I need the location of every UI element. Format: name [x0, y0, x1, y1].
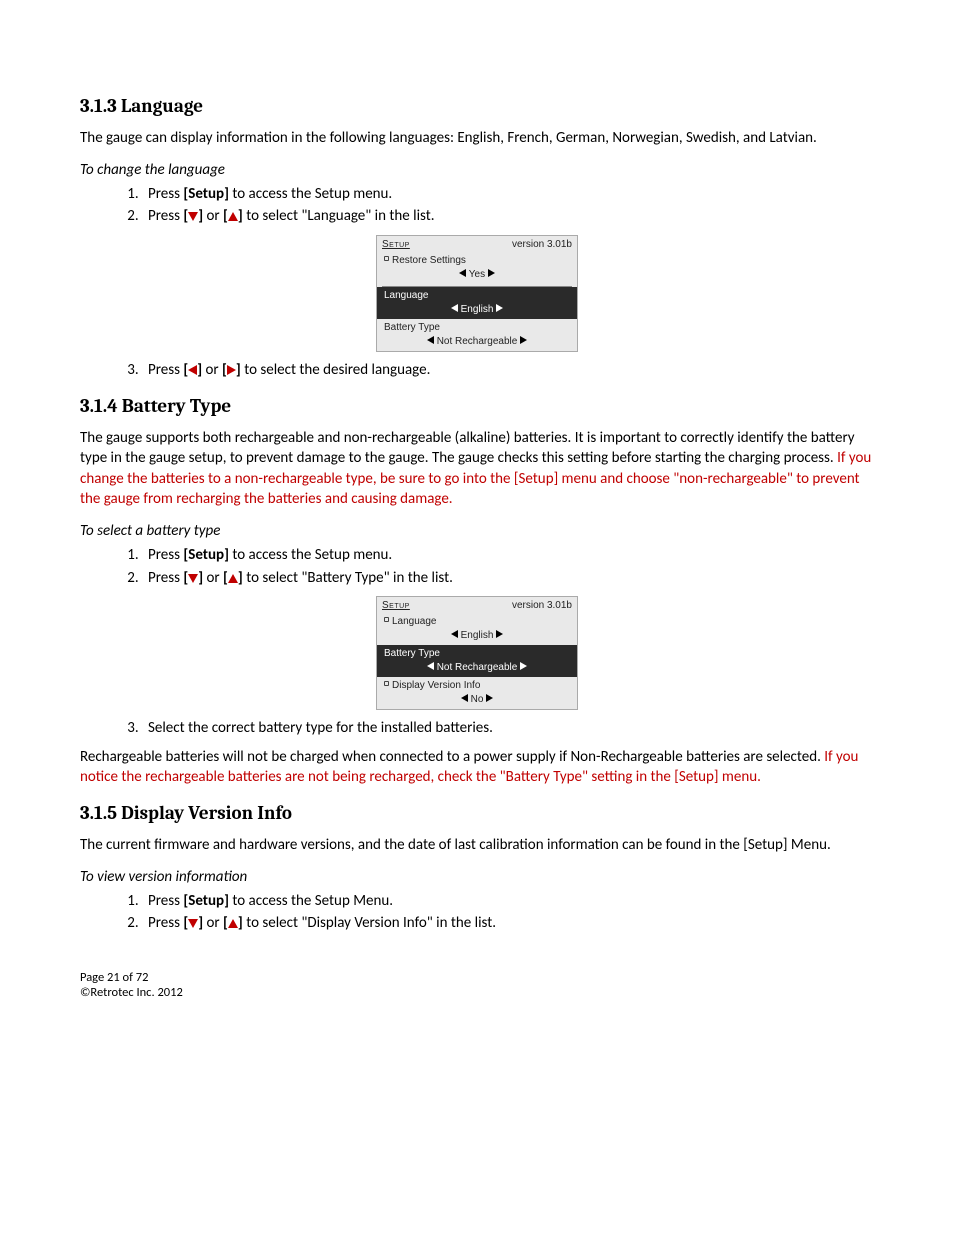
- arrow-down-icon: [188, 919, 198, 928]
- instr-head-313: To change the language: [80, 160, 874, 180]
- screen-version: version 3.01b: [512, 238, 572, 252]
- text: or: [202, 361, 222, 379]
- setup-key: [Setup]: [183, 546, 229, 564]
- screen-version: version 3.01b: [512, 599, 572, 613]
- instr-head-314: To select a battery type: [80, 521, 874, 541]
- step-313-1: Press [Setup] to access the Setup menu.: [142, 184, 874, 204]
- arrow-left-icon: [188, 365, 197, 375]
- text: to access the Setup Menu.: [229, 892, 393, 910]
- arrow-up-icon: [228, 212, 238, 221]
- arrow-left-icon: [451, 630, 458, 638]
- arrow-right-icon: [496, 630, 503, 638]
- intro-314: The gauge supports both rechargeable and…: [80, 428, 874, 509]
- page-number: Page 21 of 72: [80, 970, 874, 986]
- row-value: English: [461, 304, 494, 315]
- arrow-down-icon: [188, 212, 198, 221]
- step-313-3: Press [] or [] to select the desired lan…: [142, 360, 874, 380]
- row-value: Not Rechargeable: [437, 336, 518, 347]
- row-label: Restore Settings: [392, 255, 466, 266]
- text: to access the Setup menu.: [229, 546, 392, 564]
- text: Press: [148, 361, 183, 379]
- bullet-icon: [384, 681, 389, 686]
- steps-314: Press [Setup] to access the Setup menu. …: [142, 545, 874, 588]
- steps-315: Press [Setup] to access the Setup Menu. …: [142, 891, 874, 934]
- row-value: Yes: [469, 269, 485, 280]
- step-314-1: Press [Setup] to access the Setup menu.: [142, 545, 874, 565]
- row-value: Not Rechargeable: [437, 662, 518, 673]
- arrow-right-icon: [520, 662, 527, 670]
- text: Press: [148, 185, 183, 203]
- arrow-up-icon: [228, 574, 238, 583]
- row-label: Battery Type: [384, 648, 440, 659]
- arrow-down-icon: [188, 574, 198, 583]
- text: or: [203, 207, 223, 225]
- steps-313: Press [Setup] to access the Setup menu. …: [142, 184, 874, 227]
- text: or: [203, 914, 223, 932]
- step-315-1: Press [Setup] to access the Setup Menu.: [142, 891, 874, 911]
- arrow-left-icon: [459, 269, 466, 277]
- setup-key: [Setup]: [183, 185, 229, 203]
- instr-head-315: To view version information: [80, 867, 874, 887]
- steps-314b: Select the correct battery type for the …: [142, 718, 874, 738]
- row-value: English: [461, 630, 494, 641]
- text: Rechargeable batteries will not be charg…: [80, 748, 824, 766]
- arrow-right-icon: [488, 269, 495, 277]
- bullet-icon: [384, 256, 389, 261]
- step-314-2: Press [] or [] to select "Battery Type" …: [142, 568, 874, 588]
- intro-313: The gauge can display information in the…: [80, 128, 874, 148]
- row-label: Language: [392, 616, 437, 627]
- text: or: [203, 569, 223, 587]
- setup-screen-language: Setup version 3.01b Restore Settings Yes…: [376, 235, 578, 353]
- step-315-2: Press [] or [] to select "Display Versio…: [142, 913, 874, 933]
- text: The gauge supports both rechargeable and…: [80, 429, 855, 467]
- bullet-icon: [384, 617, 389, 622]
- heading-314: 3.1.4 Battery Type: [80, 394, 874, 420]
- heading-313: 3.1.3 Language: [80, 94, 874, 120]
- arrow-right-icon: [496, 304, 503, 312]
- text: Press: [148, 914, 183, 932]
- arrow-right-icon: [227, 365, 236, 375]
- intro-315: The current firmware and hardware versio…: [80, 835, 874, 855]
- arrow-left-icon: [427, 336, 434, 344]
- text: to select "Battery Type" in the list.: [243, 569, 453, 587]
- arrow-left-icon: [427, 662, 434, 670]
- arrow-left-icon: [451, 304, 458, 312]
- text: Press: [148, 892, 183, 910]
- step-314-3: Select the correct battery type for the …: [142, 718, 874, 738]
- setup-key: [Setup]: [183, 892, 229, 910]
- heading-315: 3.1.5 Display Version Info: [80, 801, 874, 827]
- row-label: Language: [384, 290, 429, 301]
- after-314: Rechargeable batteries will not be charg…: [80, 747, 874, 788]
- screen-title: Setup: [382, 238, 410, 252]
- text: to access the Setup menu.: [229, 185, 392, 203]
- row-label: Display Version Info: [392, 680, 480, 691]
- row-label: Battery Type: [384, 322, 440, 333]
- setup-screen-battery: Setup version 3.01b Language English Bat…: [376, 596, 578, 711]
- steps-313b: Press [] or [] to select the desired lan…: [142, 360, 874, 380]
- arrow-right-icon: [486, 694, 493, 702]
- text: to select the desired language.: [241, 361, 431, 379]
- arrow-right-icon: [520, 336, 527, 344]
- copyright: ©Retrotec Inc. 2012: [80, 985, 874, 1001]
- screen-title: Setup: [382, 599, 410, 613]
- text: Press: [148, 546, 183, 564]
- text: to select "Language" in the list.: [243, 207, 435, 225]
- row-value: No: [471, 694, 484, 705]
- page-footer: Page 21 of 72 ©Retrotec Inc. 2012: [80, 970, 874, 1001]
- text: Press: [148, 569, 183, 587]
- arrow-left-icon: [461, 694, 468, 702]
- text: Press: [148, 207, 183, 225]
- arrow-up-icon: [228, 919, 238, 928]
- text: to select "Display Version Info" in the …: [243, 914, 496, 932]
- step-313-2: Press [] or [] to select "Language" in t…: [142, 206, 874, 226]
